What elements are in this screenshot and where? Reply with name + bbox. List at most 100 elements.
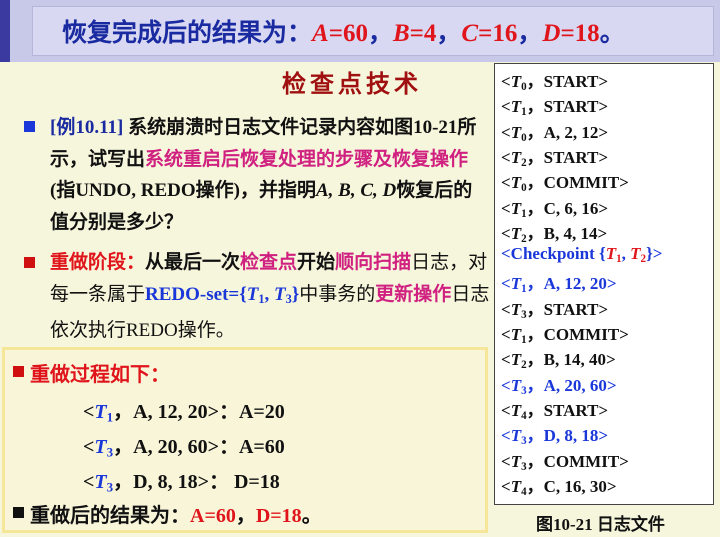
- banner-d-var: D: [542, 20, 561, 47]
- log-body: ，C, 6, 16>: [526, 198, 609, 218]
- banner-c-val: =16: [478, 20, 518, 47]
- log-open: <: [501, 122, 511, 142]
- log-open: <: [501, 476, 511, 496]
- checkpoint-comma: ,: [621, 244, 631, 264]
- log-open: <: [501, 173, 511, 193]
- redo-set-comma: ,: [264, 283, 274, 305]
- step-colon: ：: [218, 436, 239, 458]
- log-txn: T: [510, 451, 522, 471]
- log-body: ，A, 20, 60>: [526, 375, 617, 395]
- final-label: 重做后的结果为：: [30, 505, 190, 527]
- banner-b-val: =4: [409, 20, 437, 47]
- log-txn: T: [510, 350, 522, 370]
- example-tag: [例10.11]: [50, 117, 124, 138]
- redo-stage-label: 重做阶段：: [50, 252, 146, 273]
- example-text: (指UNDO, REDO操作)，并指明: [50, 180, 316, 201]
- log-entry: <T2，B, 14, 40>: [501, 345, 616, 371]
- log-open: <: [501, 400, 511, 420]
- banner-a-var: A: [312, 20, 329, 47]
- log-entry: <T0，START>: [501, 67, 608, 93]
- log-open: <: [501, 198, 511, 218]
- banner-title: 恢复完成后的结果为：A=60，B=4，C=16，D=18。: [62, 13, 625, 49]
- redo-stage-highlight: 顺向扫描: [335, 252, 412, 273]
- log-open: <: [501, 375, 511, 395]
- log-txn: T: [510, 325, 522, 344]
- step-result: A=60: [238, 436, 285, 458]
- log-body: ，COMMIT>: [526, 451, 629, 471]
- redo-stage-highlight: 检查点: [240, 252, 298, 273]
- log-entry: <T1，START>: [501, 92, 608, 118]
- log-txn: T: [510, 400, 522, 420]
- log-txn: T: [510, 223, 522, 243]
- log-txn: T: [510, 173, 522, 193]
- log-open: <: [501, 72, 511, 91]
- log-body: ，COMMIT>: [526, 173, 629, 193]
- square-bullet-icon: [13, 366, 24, 377]
- log-body: ，COMMIT>: [526, 325, 629, 344]
- redo-process-panel: 重做过程如下： <T1，A, 12, 20>：A=20 <T3，A, 20, 6…: [2, 347, 488, 533]
- redo-process-title: 重做过程如下：: [30, 364, 170, 386]
- log-open: <: [501, 426, 511, 446]
- checkpoint-open: <Checkpoint {: [501, 244, 606, 264]
- banner-sep: ，: [367, 20, 393, 47]
- log-entry: <T1，A, 12, 20>: [501, 269, 617, 295]
- log-entry: <T4，C, 16, 30>: [501, 472, 617, 498]
- step-body: ，A, 20, 60>: [113, 436, 219, 458]
- step-result: D=18: [233, 471, 280, 493]
- log-body: ，D, 8, 18>: [526, 426, 609, 446]
- step-txn: T: [94, 471, 107, 493]
- log-txn: T: [510, 426, 522, 446]
- final-sep: ，: [235, 505, 256, 527]
- log-entry: <T3，A, 20, 60>: [501, 371, 617, 397]
- log-open: <: [501, 299, 511, 319]
- log-body: ，A, 12, 20>: [526, 274, 617, 294]
- log-txn: T: [510, 97, 522, 117]
- step-colon: ：: [208, 471, 234, 493]
- step-body: ，A, 12, 20>: [113, 401, 219, 423]
- banner-sep: ，: [436, 20, 462, 47]
- square-bullet-icon: [24, 257, 35, 268]
- log-body: ，START>: [526, 147, 609, 167]
- title-banner: 恢复完成后的结果为：A=60，B=4，C=16，D=18。: [0, 0, 720, 62]
- redo-step: <T3，D, 8, 18>： D=18: [83, 465, 280, 495]
- log-checkpoint-entry: <Checkpoint {T1, T2}>: [501, 244, 662, 265]
- log-open: <: [501, 451, 511, 471]
- example-paragraph: [例10.11] 系统崩溃时日志文件记录内容如图10-21所示，试写出系统重启后…: [50, 112, 490, 238]
- log-entry: <T0，COMMIT>: [501, 168, 629, 194]
- checkpoint-txn: T: [605, 244, 617, 264]
- log-entry: <T1，COMMIT>: [501, 320, 629, 346]
- log-txn: T: [510, 299, 522, 319]
- checkpoint-close: }>: [646, 244, 663, 264]
- redo-stage-text: 中事务的: [299, 283, 376, 305]
- log-body: ，C, 16, 30>: [526, 476, 617, 496]
- log-entry: <T3，COMMIT>: [501, 447, 629, 473]
- final-d: D=18: [255, 505, 302, 527]
- square-bullet-icon: [13, 507, 24, 518]
- step-result: A=20: [238, 401, 285, 423]
- section-heading: 检查点技术: [282, 70, 422, 98]
- redo-final-result: 重做后的结果为：A=60，D=18。: [30, 499, 322, 528]
- final-a: A=60: [190, 505, 236, 527]
- log-open: <: [501, 97, 511, 117]
- log-entry: <T3，D, 8, 18>: [501, 421, 608, 447]
- log-open: <: [501, 325, 511, 344]
- redo-set-t: T: [274, 283, 286, 305]
- redo-set-t: T: [246, 283, 259, 305]
- log-file-box: <T0，START> <T1，START> <T0，A, 2, 12> <T2，STA…: [494, 63, 714, 505]
- log-body: ，START>: [526, 400, 609, 420]
- example-highlight: 系统重启后恢复处理的步骤及恢复操作: [145, 148, 469, 170]
- log-body: ，START>: [526, 72, 609, 91]
- step-txn: T: [94, 436, 107, 458]
- redo-step: <T1，A, 12, 20>：A=20: [83, 395, 285, 425]
- step-colon: ：: [218, 401, 239, 423]
- log-txn: T: [510, 476, 522, 496]
- banner-c-var: C: [461, 20, 479, 47]
- log-txn: T: [510, 375, 522, 395]
- step-open: <: [83, 471, 95, 493]
- square-bullet-icon: [24, 121, 35, 132]
- step-body: ，D, 8, 18>: [113, 471, 209, 493]
- log-body: ，START>: [526, 299, 609, 319]
- banner-sep: ，: [517, 20, 543, 47]
- redo-stage-text: 从最后一次: [145, 252, 241, 273]
- log-open: <: [501, 274, 511, 294]
